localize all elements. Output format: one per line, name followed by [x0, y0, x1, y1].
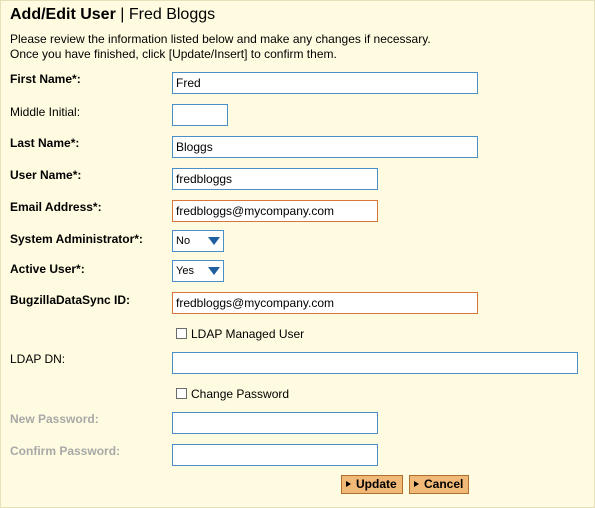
active-user-label: Active User*: — [10, 262, 85, 276]
active-user-value: Yes — [176, 265, 194, 277]
intro-text: Please review the information listed bel… — [10, 32, 570, 62]
middle-initial-field[interactable] — [172, 104, 228, 126]
sync-id-label: BugzillaDataSync ID: — [10, 293, 131, 307]
sync-id-field[interactable] — [172, 292, 478, 314]
chevron-down-icon — [208, 237, 220, 245]
play-arrow-icon — [414, 481, 419, 487]
email-field[interactable] — [172, 200, 378, 222]
intro-line-1: Please review the information listed bel… — [10, 32, 431, 46]
email-label: Email Address*: — [10, 200, 102, 214]
change-password-checkbox[interactable] — [176, 388, 187, 399]
sys-admin-value: No — [176, 235, 191, 247]
user-name-label: User Name*: — [10, 168, 82, 182]
change-password-label: Change Password — [191, 387, 290, 401]
last-name-label: Last Name*: — [10, 136, 80, 150]
update-button-label: Update — [356, 477, 397, 491]
new-password-label: New Password: — [10, 412, 99, 426]
title-separator: | — [120, 6, 125, 23]
page-title: Add/Edit User | Fred Bloggs — [10, 5, 215, 25]
active-user-select[interactable]: Yes — [172, 260, 224, 282]
ldap-managed-checkbox[interactable] — [176, 328, 187, 339]
play-arrow-icon — [346, 481, 351, 487]
last-name-field[interactable] — [172, 136, 478, 158]
ldap-managed-label: LDAP Managed User — [191, 327, 305, 341]
chevron-down-icon — [208, 267, 220, 275]
change-password-row[interactable]: Change Password — [176, 386, 289, 402]
confirm-password-field[interactable] — [172, 444, 378, 466]
confirm-password-label: Confirm Password: — [10, 444, 121, 458]
sys-admin-select[interactable]: No — [172, 230, 224, 252]
user-name-field[interactable] — [172, 168, 378, 190]
middle-initial-label: Middle Initial: — [10, 105, 81, 119]
ldap-managed-row[interactable]: LDAP Managed User — [176, 326, 304, 342]
ldap-dn-field[interactable] — [172, 352, 578, 374]
cancel-button-label: Cancel — [424, 477, 464, 491]
update-button[interactable]: Update — [341, 475, 403, 494]
first-name-label: First Name*: — [10, 72, 81, 86]
new-password-field[interactable] — [172, 412, 378, 434]
page-title-main: Add/Edit User — [10, 6, 116, 23]
first-name-field[interactable] — [172, 72, 478, 94]
ldap-dn-label: LDAP DN: — [10, 352, 66, 366]
page-title-subject: Fred Bloggs — [128, 6, 216, 23]
sys-admin-label: System Administrator*: — [10, 232, 143, 246]
intro-line-2: Once you have finished, click [Update/In… — [10, 47, 337, 61]
cancel-button[interactable]: Cancel — [409, 475, 470, 494]
